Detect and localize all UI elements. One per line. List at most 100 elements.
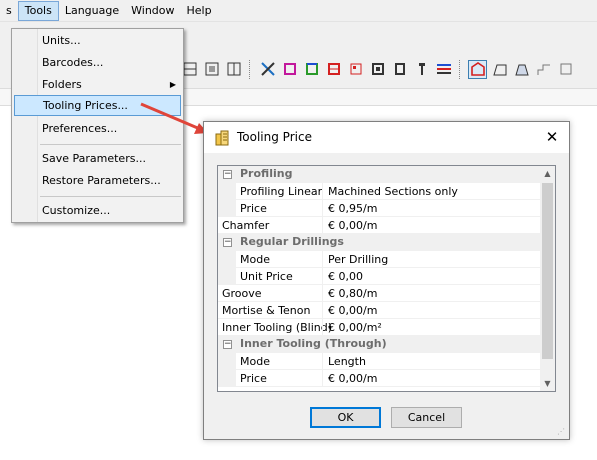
menu-language[interactable]: Language <box>59 1 125 21</box>
toolbar-grip[interactable] <box>249 59 255 79</box>
menu-item-preferences[interactable]: Preferences... <box>14 118 181 139</box>
menu-tools[interactable]: Tools <box>17 0 59 21</box>
menu-window[interactable]: Window <box>125 1 180 21</box>
menu-item-tooling-prices[interactable]: Tooling Prices... <box>14 95 181 116</box>
property-value[interactable]: Length <box>328 355 366 368</box>
property-group-row[interactable]: − Profiling <box>218 166 542 183</box>
column-divider <box>322 217 323 234</box>
slanted-shape-icon[interactable] <box>512 60 531 79</box>
property-label: Price <box>240 372 267 385</box>
corner-shape-icon[interactable] <box>556 60 575 79</box>
property-label: Price <box>240 202 267 215</box>
bracket-icon[interactable] <box>390 60 409 79</box>
property-group-row[interactable]: − Regular Drillings <box>218 234 542 251</box>
property-row[interactable]: Inner Tooling (Blind) € 0,00/m² <box>218 319 542 336</box>
grid-icon[interactable] <box>224 60 243 79</box>
tooling-price-icon <box>215 130 229 146</box>
screw-icon[interactable] <box>412 60 431 79</box>
column-divider <box>322 302 323 319</box>
column-divider <box>322 370 323 387</box>
column-divider <box>322 353 323 370</box>
lines-icon[interactable] <box>434 60 453 79</box>
property-label: Mode <box>240 253 270 266</box>
group-label: Inner Tooling (Through) <box>240 337 387 350</box>
column-divider <box>322 268 323 285</box>
magenta-frame-icon[interactable] <box>280 60 299 79</box>
group-label: Profiling <box>240 167 293 180</box>
property-label: Groove <box>222 287 262 300</box>
property-value[interactable]: € 0,00 <box>328 270 363 283</box>
property-row[interactable]: Unit Price € 0,00 <box>218 268 542 285</box>
menu-item-customize[interactable]: Customize... <box>14 200 181 221</box>
close-icon[interactable]: ✕ <box>542 127 562 147</box>
property-grid: − Profiling Profiling Linear Machined Secti… <box>217 165 556 392</box>
menu-item-save-parameters[interactable]: Save Parameters... <box>14 148 181 169</box>
property-value[interactable]: Machined Sections only <box>328 185 458 198</box>
menu-partial[interactable]: s <box>0 1 18 21</box>
row-indent <box>218 183 236 200</box>
resize-grip-icon[interactable]: ⋰ <box>557 427 567 437</box>
column-divider <box>322 183 323 200</box>
menu-item-restore-parameters[interactable]: Restore Parameters... <box>14 170 181 191</box>
collapse-toggle-icon[interactable]: − <box>223 170 232 179</box>
property-label: Chamfer <box>222 219 270 232</box>
menu-item-folders[interactable]: Folders ▶ <box>14 74 181 95</box>
house-shape-icon[interactable] <box>468 59 487 79</box>
property-row[interactable]: Price € 0,00/m <box>218 370 542 387</box>
scroll-up-icon[interactable]: ▲ <box>540 166 555 181</box>
menu-item-units[interactable]: Units... <box>14 30 181 51</box>
property-row[interactable]: Chamfer € 0,00/m <box>218 217 542 234</box>
property-row[interactable]: Price € 0,95/m <box>218 200 542 217</box>
property-label: Mortise & Tenon <box>222 304 311 317</box>
menu-item-barcodes[interactable]: Barcodes... <box>14 52 181 73</box>
step-shape-icon[interactable] <box>534 60 553 79</box>
property-label: Profiling Linear <box>240 185 323 198</box>
property-value[interactable]: € 0,00/m <box>328 304 377 317</box>
row-indent <box>218 251 236 268</box>
property-row[interactable]: Mortise & Tenon € 0,00/m <box>218 302 542 319</box>
scroll-down-icon[interactable]: ▼ <box>540 376 555 391</box>
column-divider <box>322 200 323 217</box>
property-row[interactable]: Groove € 0,80/m <box>218 285 542 302</box>
property-value[interactable]: € 0,00/m <box>328 219 377 232</box>
panel-icon[interactable] <box>202 60 221 79</box>
row-indent <box>218 353 236 370</box>
trapezoid-shape-icon[interactable] <box>490 60 509 79</box>
group-label: Regular Drillings <box>240 235 344 248</box>
vertical-scrollbar[interactable]: ▲ ▼ <box>540 166 555 391</box>
property-value[interactable]: € 0,00/m² <box>328 321 382 334</box>
box-icon[interactable] <box>368 60 387 79</box>
cross-tool-icon[interactable] <box>258 60 277 79</box>
menu-help[interactable]: Help <box>181 1 218 21</box>
toolbar-row <box>180 56 578 82</box>
ok-button[interactable]: OK <box>310 407 381 428</box>
property-row[interactable]: Mode Length <box>218 353 542 370</box>
property-row[interactable]: Mode Per Drilling <box>218 251 542 268</box>
property-label: Mode <box>240 355 270 368</box>
property-group-row[interactable]: − Inner Tooling (Through) <box>218 336 542 353</box>
property-value[interactable]: € 0,80/m <box>328 287 377 300</box>
row-indent <box>218 268 236 285</box>
property-row[interactable]: Profiling Linear Machined Sections only <box>218 183 542 200</box>
property-value[interactable]: € 0,00/m <box>328 372 377 385</box>
toolbar-grip[interactable] <box>459 59 465 79</box>
menu-bar: s Tools Language Window Help <box>0 0 597 22</box>
menu-item-folders-label: Folders <box>42 78 82 91</box>
property-value[interactable]: Per Drilling <box>328 253 388 266</box>
property-value[interactable]: € 0,95/m <box>328 202 377 215</box>
color-frame-icon[interactable] <box>302 60 321 79</box>
column-divider <box>322 251 323 268</box>
tools-dropdown: Units... Barcodes... Folders ▶ Tooling P… <box>11 28 184 223</box>
column-divider <box>322 285 323 302</box>
collapse-toggle-icon[interactable]: − <box>223 340 232 349</box>
red-frame-icon[interactable] <box>324 60 343 79</box>
cancel-button[interactable]: Cancel <box>391 407 462 428</box>
quad-frame-icon[interactable] <box>346 60 365 79</box>
dialog-title: Tooling Price <box>237 130 312 144</box>
tooling-price-dialog: Tooling Price ✕ − Profiling Profiling Line… <box>203 121 570 440</box>
property-label: Inner Tooling (Blind) <box>222 321 333 334</box>
scroll-thumb[interactable] <box>542 183 553 359</box>
dialog-title-bar: Tooling Price ✕ <box>204 122 569 153</box>
collapse-toggle-icon[interactable]: − <box>223 238 232 247</box>
menu-separator <box>40 144 181 145</box>
